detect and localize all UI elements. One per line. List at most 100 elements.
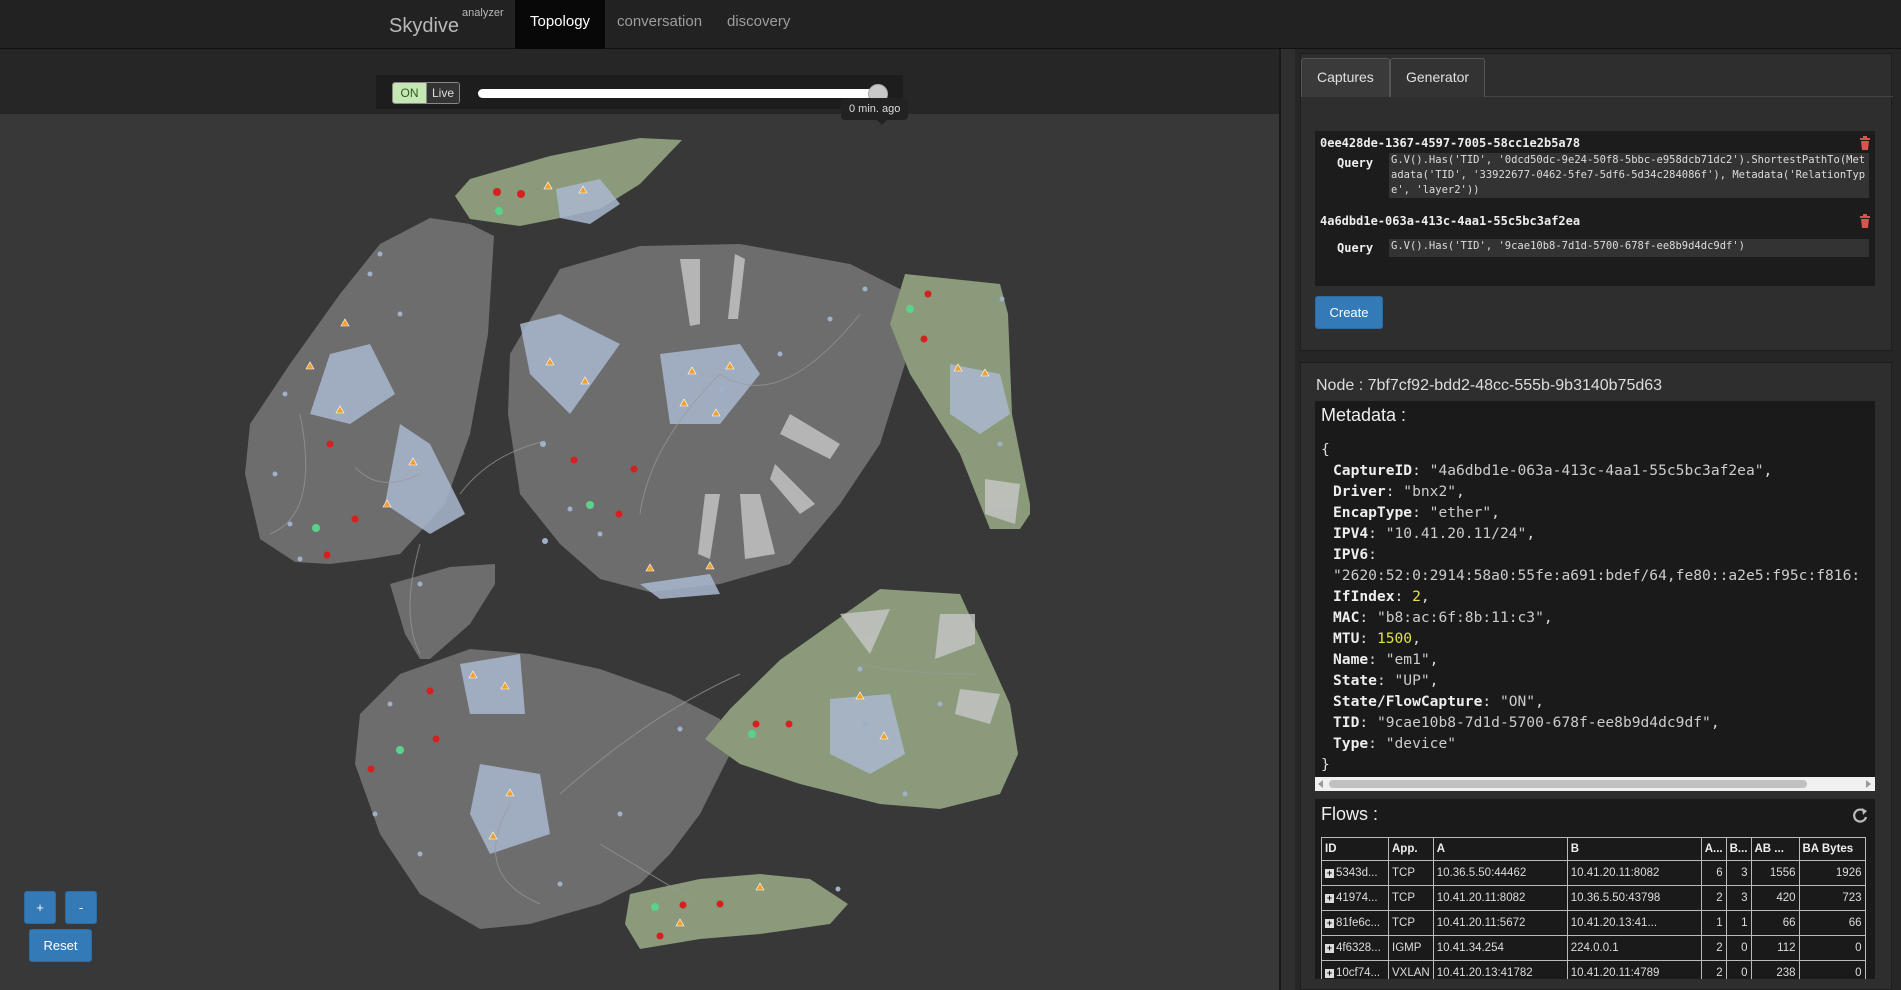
- scrollbar-thumb[interactable]: [1329, 780, 1807, 788]
- interface-node[interactable]: [857, 666, 863, 672]
- brand-logo[interactable]: Skydiveanalyzer: [389, 7, 504, 38]
- cell-text: 41974...: [1336, 892, 1378, 904]
- node-red[interactable]: [924, 290, 932, 298]
- interface-node[interactable]: [597, 531, 603, 537]
- zoom-in-button[interactable]: +: [24, 891, 56, 924]
- tab-discovery[interactable]: discovery: [712, 0, 805, 49]
- flows-column-header[interactable]: A...: [1700, 837, 1727, 861]
- interface-node[interactable]: [372, 811, 378, 817]
- expand-icon[interactable]: +: [1325, 944, 1334, 953]
- interface-node[interactable]: [997, 441, 1003, 447]
- interface-node[interactable]: [297, 556, 303, 562]
- flows-column-header[interactable]: ID: [1321, 837, 1389, 861]
- interface-node[interactable]: [999, 296, 1005, 302]
- node-red[interactable]: [716, 900, 724, 908]
- trash-icon[interactable]: [1859, 214, 1871, 228]
- node-green[interactable]: [651, 903, 659, 911]
- scroll-left-icon[interactable]: [1318, 780, 1324, 788]
- table-row[interactable]: +81fe6c... TCP 10.41.20.11:5672 10.41.20.13…: [1321, 910, 1866, 936]
- expand-icon[interactable]: +: [1325, 919, 1334, 928]
- interface-node[interactable]: [397, 311, 403, 317]
- zoom-reset-button[interactable]: Reset: [29, 929, 92, 962]
- interface-node[interactable]: [287, 521, 293, 527]
- node-red[interactable]: [517, 190, 525, 198]
- node-red[interactable]: [326, 440, 334, 448]
- topology-graph[interactable]: [0, 114, 1279, 990]
- horizontal-scrollbar[interactable]: [1315, 777, 1875, 791]
- node-red[interactable]: [752, 720, 760, 728]
- expand-icon[interactable]: +: [1325, 869, 1334, 878]
- interface-node[interactable]: [835, 886, 841, 892]
- cell-text: 1: [1716, 917, 1723, 929]
- node-red[interactable]: [656, 932, 664, 940]
- tab-generator[interactable]: Generator: [1390, 58, 1486, 97]
- create-capture-button[interactable]: Create: [1315, 296, 1383, 329]
- interface-node[interactable]: [417, 851, 423, 857]
- node-red[interactable]: [432, 735, 440, 743]
- interface-node[interactable]: [937, 701, 943, 707]
- tab-topology[interactable]: Topology: [515, 0, 606, 49]
- interface-node[interactable]: [272, 471, 278, 477]
- interface-node[interactable]: [902, 791, 908, 797]
- interface-node[interactable]: [377, 251, 383, 257]
- node-red[interactable]: [785, 720, 793, 728]
- interface-node[interactable]: [542, 538, 548, 544]
- interface-node[interactable]: [367, 271, 373, 277]
- flows-column-header[interactable]: AB ...: [1750, 837, 1800, 861]
- interface-node[interactable]: [282, 391, 288, 397]
- pane-resize-handle[interactable]: [1281, 49, 1295, 990]
- flows-column-header[interactable]: B...: [1725, 837, 1752, 861]
- interface-node[interactable]: [827, 316, 833, 322]
- node-green[interactable]: [495, 207, 503, 215]
- tab-conversation[interactable]: conversation: [602, 0, 717, 49]
- interface-node[interactable]: [677, 726, 683, 732]
- node-red[interactable]: [493, 188, 501, 196]
- table-row[interactable]: +4f6328... IGMP 10.41.34.254 224.0.0.1 2 0 112…: [1321, 935, 1866, 961]
- node-red[interactable]: [570, 456, 578, 464]
- node-green[interactable]: [748, 730, 756, 738]
- table-cell: 0: [1725, 960, 1752, 979]
- node-green[interactable]: [906, 305, 914, 313]
- interface-node[interactable]: [617, 811, 623, 817]
- expand-icon[interactable]: +: [1325, 969, 1334, 978]
- node-red[interactable]: [679, 901, 687, 909]
- node-green[interactable]: [396, 746, 404, 754]
- time-slider-track[interactable]: [478, 89, 878, 98]
- cell-text: 420: [1776, 892, 1796, 904]
- scroll-right-icon[interactable]: [1866, 780, 1872, 788]
- node-green[interactable]: [312, 524, 320, 532]
- node-red[interactable]: [920, 335, 928, 343]
- interface-node[interactable]: [719, 386, 725, 392]
- expand-icon[interactable]: +: [1325, 894, 1334, 903]
- interface-node[interactable]: [777, 351, 783, 357]
- node-red[interactable]: [323, 551, 331, 559]
- table-row[interactable]: +10cf74... VXLAN 10.41.20.13:41782 10.41.20…: [1321, 960, 1866, 979]
- node-red[interactable]: [351, 515, 359, 523]
- flows-column-header[interactable]: A: [1432, 837, 1568, 861]
- flows-column-header[interactable]: App.: [1388, 837, 1434, 861]
- node-red[interactable]: [615, 510, 623, 518]
- interface-node[interactable]: [387, 701, 393, 707]
- trash-icon[interactable]: [1859, 136, 1871, 150]
- flows-column-header[interactable]: B: [1566, 837, 1702, 861]
- interface-node[interactable]: [557, 881, 563, 887]
- table-row[interactable]: +5343d... TCP 10.36.5.50:44462 10.41.20.11:…: [1321, 860, 1866, 886]
- node-red[interactable]: [426, 687, 434, 695]
- tab-captures[interactable]: Captures: [1301, 58, 1390, 97]
- interface-node[interactable]: [540, 441, 546, 447]
- flows-column-header[interactable]: BA Bytes: [1798, 837, 1866, 861]
- table-row[interactable]: +41974... TCP 10.41.20.11:8082 10.36.5.50:4…: [1321, 885, 1866, 911]
- interface-node[interactable]: [567, 506, 573, 512]
- live-toggle[interactable]: ON Live: [392, 82, 460, 104]
- node-green[interactable]: [586, 501, 594, 509]
- zoom-out-button[interactable]: -: [65, 891, 97, 924]
- interface-node[interactable]: [417, 581, 423, 587]
- interface-node[interactable]: [862, 721, 868, 727]
- cell-text: 66: [1848, 917, 1862, 929]
- bridge-hull[interactable]: [460, 654, 525, 714]
- node-red[interactable]: [367, 765, 375, 773]
- interface-node[interactable]: [862, 286, 868, 292]
- refresh-icon[interactable]: [1851, 807, 1869, 825]
- host-hull[interactable]: [390, 564, 495, 659]
- node-red[interactable]: [630, 465, 638, 473]
